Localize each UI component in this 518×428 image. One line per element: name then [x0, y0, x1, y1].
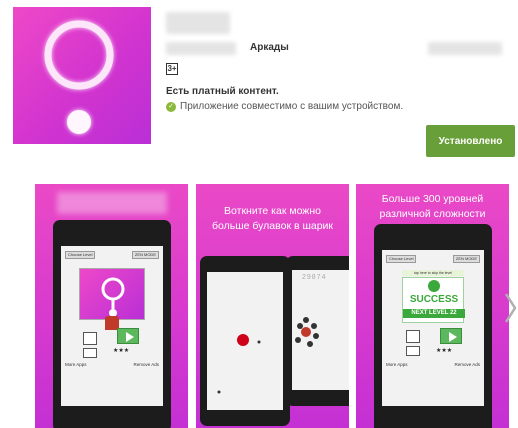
zen-mode-button: ZEN MODE — [131, 251, 159, 259]
stars-rating: ★★★ — [113, 348, 130, 354]
choose-level-button: Choose Level — [386, 255, 417, 263]
game-menu-bar: Choose Level ZEN MODE — [65, 251, 159, 259]
caption-line-1: Воткните как можно — [224, 205, 321, 217]
zen-mode-button: ZEN MODE — [452, 255, 480, 263]
screenshot-caption: Воткните как можно больше булавок в шари… — [196, 204, 349, 234]
leaderboard-icon — [406, 346, 420, 356]
tablet-screen: Choose Level ZEN MODE ★★★ More Apps Remo… — [61, 246, 163, 406]
tablet-frame: Choose Level ZEN MODE ★★★ More Apps Remo… — [53, 220, 171, 428]
grid-icon — [83, 332, 97, 345]
mini-app-icon — [79, 268, 145, 320]
caption-line-2: различной сложности — [379, 208, 486, 220]
screenshot-2[interactable]: Воткните как можно больше булавок в шари… — [196, 184, 349, 428]
tablet-screen-back: 29874 — [292, 270, 349, 390]
stars-rating: ★★★ — [436, 348, 453, 354]
skip-hint: tap here to skip the level — [402, 270, 464, 276]
mini-footer: More Apps Remove Ads — [386, 362, 480, 367]
screenshot-3[interactable]: Больше 300 уровней различной сложности C… — [356, 184, 509, 428]
leaderboard-icon — [83, 348, 97, 358]
remove-ads-label: Remove Ads — [454, 362, 480, 367]
next-level-label: NEXT LEVEL 22 — [403, 309, 465, 318]
screenshot-1[interactable]: Choose Level ZEN MODE ★★★ More Apps Remo… — [35, 184, 188, 428]
play-icon — [440, 328, 462, 344]
success-label: SUCCESS — [409, 294, 459, 305]
more-apps-label: More Apps — [386, 362, 408, 367]
tablet-frame: Choose Level ZEN MODE tap here to skip t… — [374, 224, 492, 428]
compatibility-text: Приложение совместимо с вашим устройство… — [180, 101, 404, 112]
smiley-icon — [428, 280, 440, 292]
developer-redacted[interactable] — [166, 42, 236, 55]
caption-line-2: больше булавок в шарик — [211, 220, 334, 232]
choose-level-button: Choose Level — [65, 251, 96, 259]
remove-ads-label: Remove Ads — [133, 362, 159, 367]
balloon-with-pins — [295, 317, 319, 347]
chevron-right-icon[interactable] — [503, 292, 517, 329]
app-title-redacted — [166, 12, 230, 34]
balloon — [217, 334, 261, 394]
check-circle-icon: ✓ — [166, 101, 176, 112]
caption-line-1: Больше 300 уровней — [381, 193, 484, 205]
app-icon — [13, 7, 151, 144]
content-rating-badge: 3+ — [166, 63, 178, 75]
more-apps-label: More Apps — [65, 362, 87, 367]
caption-redacted — [57, 192, 167, 214]
tablet-screen-front — [207, 272, 283, 410]
ring-pin-icon — [44, 20, 114, 134]
price-redacted — [428, 42, 502, 55]
screenshot-caption: Больше 300 уровней различной сложности — [356, 192, 509, 222]
compatibility-notice: ✓ Приложение совместимо с вашим устройст… — [166, 101, 403, 112]
paid-content-notice: Есть платный контент. — [166, 86, 279, 97]
tablet-screen: Choose Level ZEN MODE tap here to skip t… — [382, 250, 484, 406]
play-icon — [117, 328, 139, 344]
tablet-frame-back: 29874 — [286, 256, 349, 406]
game-menu-bar: Choose Level ZEN MODE — [386, 255, 480, 263]
tablet-frame-front — [200, 256, 290, 426]
mini-footer: More Apps Remove Ads — [65, 362, 159, 367]
install-button[interactable]: Установлено — [426, 125, 515, 157]
grid-icon — [406, 330, 420, 343]
category-link[interactable]: Аркады — [250, 42, 289, 53]
success-panel: SUCCESS NEXT LEVEL 22 — [402, 277, 465, 323]
